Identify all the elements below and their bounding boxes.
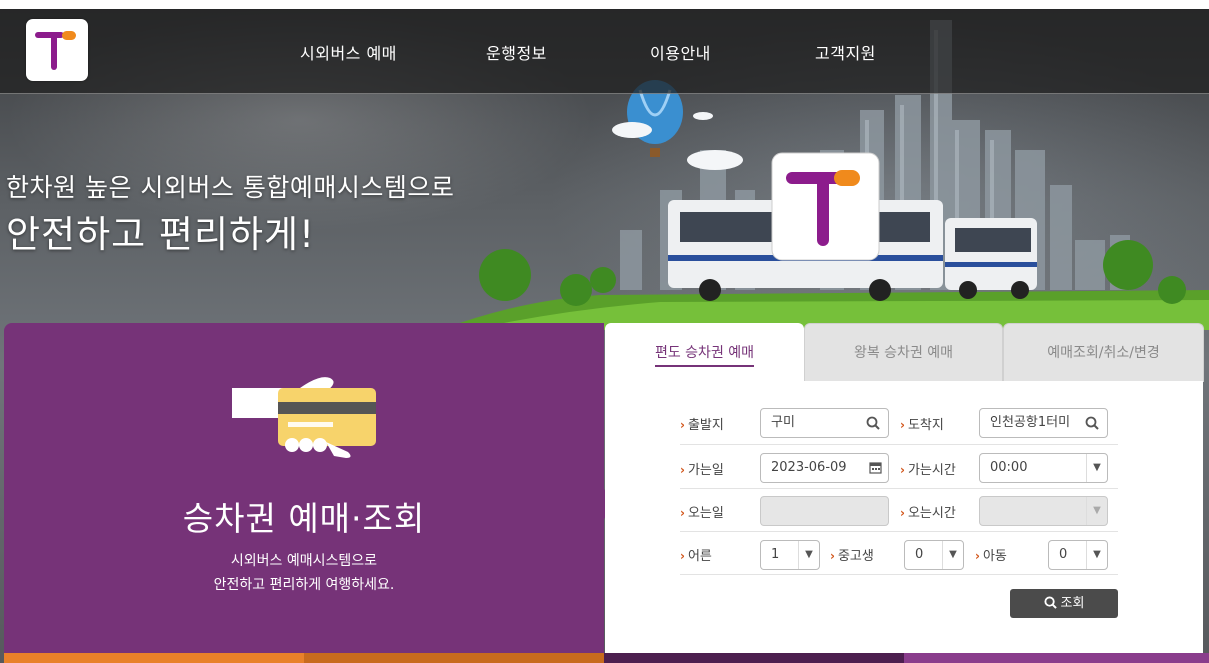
- panel-subtitle-line1: 시외버스 예매시스템으로: [230, 553, 378, 569]
- hero-tagline-line1: 한차원 높은 시외버스 통합예매시스템으로: [6, 173, 455, 202]
- adult-count-select[interactable]: 1 ▼: [760, 540, 820, 570]
- row-divider: [680, 531, 1118, 532]
- search-icon: [1043, 596, 1057, 609]
- hero-tagline-line2: 안전하고 편리하게!: [6, 213, 315, 256]
- panel-title: 승차권 예매·조회: [182, 499, 426, 538]
- chevron-down-icon: ▼: [1086, 497, 1107, 525]
- child-count-select[interactable]: 0 ▼: [1048, 540, 1108, 570]
- credit-card-hand-icon: [232, 377, 376, 458]
- arrow-bullet-icon: ›: [680, 463, 685, 477]
- arrow-bullet-icon: ›: [900, 418, 905, 432]
- youth-count-select[interactable]: 0 ▼: [904, 540, 964, 570]
- top-strip: [0, 0, 1209, 9]
- return-date-input[interactable]: [760, 496, 889, 526]
- departure-input[interactable]: 구미: [760, 408, 889, 438]
- panel-subtitle-line2: 안전하고 편리하게 여행하세요.: [213, 577, 395, 593]
- adult-label: › 어른: [680, 549, 712, 564]
- departure-label: › 출발지: [680, 418, 724, 433]
- go-time-select[interactable]: 00:00 ▼: [979, 453, 1108, 483]
- arrow-bullet-icon: ›: [680, 418, 685, 432]
- youth-label: › 중고생: [830, 549, 874, 564]
- go-time-label: › 가는시간: [900, 463, 956, 478]
- tab-round-trip[interactable]: 왕복 승차권 예매: [804, 323, 1003, 382]
- search-button-label: 조회: [1060, 596, 1085, 611]
- nav-schedule-info[interactable]: 운행정보: [486, 40, 547, 64]
- nav-bus-reservation[interactable]: 시외버스 예매: [300, 40, 397, 64]
- child-label: › 아동: [975, 549, 1007, 564]
- arrow-bullet-icon: ›: [680, 506, 685, 520]
- chevron-down-icon: ▼: [1086, 454, 1107, 482]
- tab-one-way-label: 편도 승차권 예매: [654, 345, 755, 367]
- go-date-label: › 가는일: [680, 463, 724, 478]
- banner-logo-icon: [771, 152, 880, 261]
- search-icon[interactable]: [1085, 416, 1099, 430]
- bottom-strip-dark-purple: [604, 653, 904, 663]
- tab-round-trip-label: 왕복 승차권 예매: [853, 345, 954, 361]
- chevron-down-icon: ▼: [942, 541, 963, 569]
- return-time-select[interactable]: ▼: [979, 496, 1108, 526]
- bottom-strip-purple: [904, 653, 1209, 663]
- tab-one-way[interactable]: 편도 승차권 예매: [605, 323, 804, 382]
- bottom-strip-dark-orange: [304, 653, 604, 663]
- chevron-down-icon: ▼: [1086, 541, 1107, 569]
- arrow-bullet-icon: ›: [680, 549, 685, 563]
- site-logo-icon[interactable]: [26, 19, 88, 81]
- arrow-bullet-icon: ›: [900, 463, 905, 477]
- tab-inquiry-cancel[interactable]: 예매조회/취소/변경: [1003, 323, 1204, 382]
- arrival-input[interactable]: 인천공항1터미: [979, 408, 1108, 438]
- row-divider: [680, 444, 1118, 445]
- row-divider: [680, 488, 1118, 489]
- search-button[interactable]: 조회: [1010, 589, 1118, 618]
- search-icon[interactable]: [866, 416, 880, 430]
- arrival-label: › 도착지: [900, 418, 944, 433]
- go-date-input[interactable]: 2023-06-09: [760, 453, 889, 483]
- tab-inquiry-label: 예매조회/취소/변경: [1047, 345, 1160, 361]
- arrow-bullet-icon: ›: [975, 549, 980, 563]
- bottom-strip-orange: [4, 653, 304, 663]
- arrow-bullet-icon: ›: [830, 549, 835, 563]
- nav-usage-guide[interactable]: 이용안내: [650, 40, 711, 64]
- return-date-label: › 오는일: [680, 506, 724, 521]
- top-navigation-bar: [0, 9, 1209, 94]
- arrow-bullet-icon: ›: [900, 506, 905, 520]
- nav-customer-support[interactable]: 고객지원: [815, 40, 876, 64]
- chevron-down-icon: ▼: [798, 541, 819, 569]
- t-logo-icon: [35, 31, 76, 70]
- row-divider: [680, 574, 1118, 575]
- return-time-label: › 오는시간: [900, 506, 956, 521]
- calendar-icon[interactable]: [869, 461, 882, 474]
